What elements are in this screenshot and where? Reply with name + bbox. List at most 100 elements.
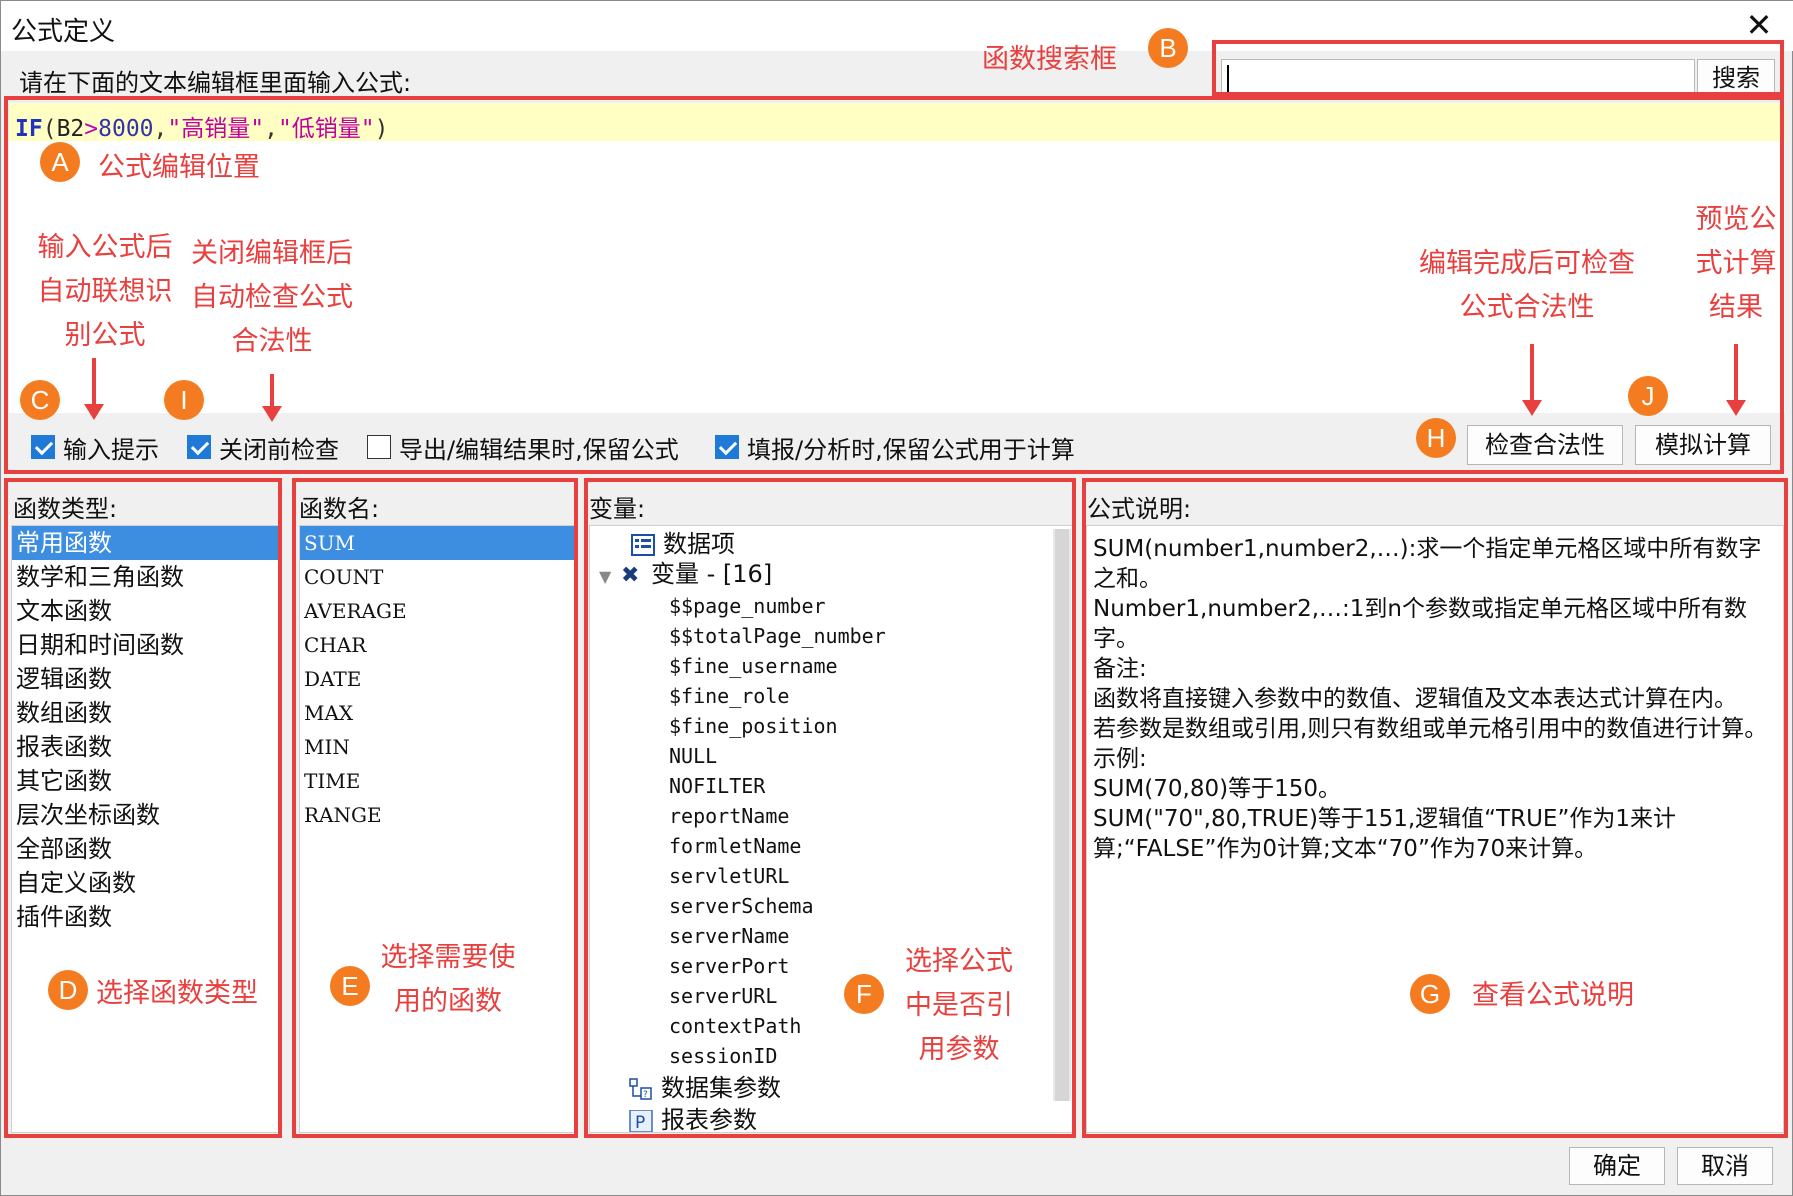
list-item[interactable]: TIME (300, 764, 574, 798)
checkbox-checked-icon[interactable] (31, 435, 55, 459)
description-label: 公式说明: (1087, 495, 1192, 523)
checkbox-keep-formula-export[interactable]: 导出/编辑结果时,保留公式 (367, 429, 679, 465)
tree-item-dataset-params[interactable]: ? 数据集参数 (629, 1073, 781, 1103)
tree-item-variable[interactable]: $$totalPage_number (669, 621, 886, 651)
simulate-calc-button[interactable]: 模拟计算 (1635, 425, 1771, 465)
close-icon[interactable]: ✕ (1741, 7, 1777, 43)
ok-button[interactable]: 确定 (1569, 1147, 1665, 1185)
checkbox-input-hint[interactable]: 输入提示 (31, 429, 159, 465)
tree-item-variable[interactable]: $fine_username (669, 651, 838, 681)
badge-b: B (1148, 28, 1188, 68)
list-item[interactable]: AVERAGE (300, 594, 574, 628)
tree-item-variable[interactable]: reportName (669, 801, 789, 831)
arrow-down-icon (1726, 400, 1746, 416)
annotation-f: 选择公式 中是否引 用参数 (905, 946, 1013, 1065)
tree-item-label: 数据集参数 (661, 1074, 781, 1102)
tree-item-variable[interactable]: NULL (669, 741, 717, 771)
formula-paren-open: ( (42, 116, 57, 142)
badge-d: D (48, 970, 88, 1010)
description-line: 若参数是数组或引用,则只有数组或单元格引用中的数值进行计算。 (1093, 716, 1768, 742)
description-line: SUM(number1,number2,…):求一个指定单元格区域中所有数字之和… (1093, 536, 1762, 592)
tree-item-variable[interactable]: serverName (669, 921, 789, 951)
checkbox-label: 关闭前检查 (219, 435, 339, 464)
function-name-label: 函数名: (299, 495, 380, 523)
formula-paren-close: ) (374, 116, 389, 142)
tree-item-variable[interactable]: serverSchema (669, 891, 814, 921)
formula-number: 8000 (98, 116, 154, 142)
list-item[interactable]: 全部函数 (12, 832, 278, 866)
arrow-down-icon (262, 406, 282, 422)
list-item[interactable]: 插件函数 (12, 900, 278, 934)
arrow-h-shaft (1530, 344, 1534, 404)
list-item[interactable]: 逻辑函数 (12, 662, 278, 696)
formula-operator: > (84, 116, 99, 142)
list-item[interactable]: RANGE (300, 798, 574, 832)
description-line: Number1,number2,…:1到n个参数或指定单元格区域中所有数字。 (1093, 596, 1748, 652)
badge-f: F (844, 974, 884, 1014)
check-validity-button[interactable]: 检查合法性 (1467, 425, 1623, 465)
function-search-input[interactable] (1221, 59, 1695, 97)
formula-text[interactable]: IF(B2>8000,"高销量","低销量") (15, 109, 389, 143)
tree-item-variable[interactable]: serverPort (669, 951, 789, 981)
list-item[interactable]: 层次坐标函数 (12, 798, 278, 832)
checkbox-label: 输入提示 (63, 435, 159, 464)
checkbox-check-before-close[interactable]: 关闭前检查 (187, 429, 339, 465)
list-item[interactable]: MIN (300, 730, 574, 764)
list-item[interactable]: 常用函数 (12, 526, 278, 560)
tree-item-variable[interactable]: $$page_number (669, 591, 826, 621)
tree-item-variable[interactable]: $fine_position (669, 711, 838, 741)
arrow-j-shaft (1734, 344, 1738, 404)
chevron-down-icon[interactable]: ▼ (599, 562, 621, 592)
tree-item-variable[interactable]: NOFILTER (669, 771, 765, 801)
function-name-list[interactable]: SUM COUNT AVERAGE CHAR DATE MAX MIN TIME… (299, 525, 575, 1133)
formula-cell-ref: B2 (56, 116, 85, 142)
variable-scrollbar[interactable] (1053, 529, 1071, 1101)
annotation-c: 输入公式后 自动联想识 别公式 (37, 232, 173, 351)
formula-function: IF (15, 116, 43, 142)
cancel-button[interactable]: 取消 (1677, 1147, 1773, 1185)
annotation-b: 函数搜索框 (982, 44, 1117, 75)
annotation-i: 关闭编辑框后 自动检查公式 合法性 (191, 238, 353, 357)
tree-item-variable[interactable]: sessionID (669, 1041, 777, 1071)
list-item[interactable]: CHAR (300, 628, 574, 662)
editor-prompt: 请在下面的文本编辑框里面输入公式: (19, 69, 412, 97)
list-item[interactable]: 日期和时间函数 (12, 628, 278, 662)
description-line: 示例: (1093, 746, 1147, 772)
tree-item-variable[interactable]: serverURL (669, 981, 777, 1011)
list-item[interactable]: SUM (300, 526, 574, 560)
badge-e: E (330, 966, 370, 1006)
list-item[interactable]: 自定义函数 (12, 866, 278, 900)
checkbox-unchecked-icon[interactable] (367, 435, 391, 459)
badge-c: C (20, 380, 60, 420)
tree-item-variable[interactable]: formletName (669, 831, 801, 861)
list-item[interactable]: COUNT (300, 560, 574, 594)
scrollbar-thumb[interactable] (1055, 529, 1069, 1101)
search-button[interactable]: 搜索 (1697, 59, 1775, 97)
formula-string: "低销量" (277, 116, 375, 142)
tree-item-variables[interactable]: ▼ ✖ 变量 - [16] (599, 559, 772, 589)
tree-item-variable[interactable]: $fine_role (669, 681, 789, 711)
tree-item-report-params[interactable]: P 报表参数 (629, 1105, 757, 1135)
list-item[interactable]: 报表函数 (12, 730, 278, 764)
arrow-down-icon (84, 404, 104, 420)
list-item[interactable]: 数组函数 (12, 696, 278, 730)
badge-g: G (1410, 974, 1450, 1014)
function-type-list[interactable]: 常用函数 数学和三角函数 文本函数 日期和时间函数 逻辑函数 数组函数 报表函数… (11, 525, 279, 1133)
checkbox-label: 导出/编辑结果时,保留公式 (399, 435, 679, 464)
badge-j: J (1628, 376, 1668, 416)
checkbox-keep-formula-fill[interactable]: 填报/分析时,保留公式用于计算 (715, 429, 1075, 465)
tree-item-data-item[interactable]: 数据项 (631, 529, 735, 559)
tree-item-variable[interactable]: contextPath (669, 1011, 801, 1041)
dataset-param-icon: ? (629, 1078, 652, 1100)
checkbox-label: 填报/分析时,保留公式用于计算 (747, 435, 1075, 464)
tree-item-variable[interactable]: servletURL (669, 861, 789, 891)
list-item[interactable]: DATE (300, 662, 574, 696)
list-item[interactable]: 数学和三角函数 (12, 560, 278, 594)
description-line: 备注: (1093, 656, 1147, 682)
list-item[interactable]: 其它函数 (12, 764, 278, 798)
title-bar: 公式定义 ✕ (1, 1, 1793, 51)
list-item[interactable]: 文本函数 (12, 594, 278, 628)
list-item[interactable]: MAX (300, 696, 574, 730)
checkbox-checked-icon[interactable] (715, 435, 739, 459)
checkbox-checked-icon[interactable] (187, 435, 211, 459)
